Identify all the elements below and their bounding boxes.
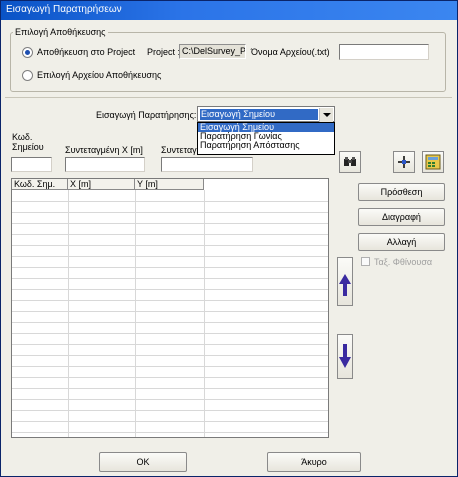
observation-type-label: Εισαγωγή Παρατήρησης: [96, 110, 197, 120]
arrow-up-icon [339, 274, 351, 296]
grid-col-y[interactable]: Y [m] [135, 179, 204, 190]
calculator-icon [425, 154, 441, 170]
observation-type-dropdown: Εισαγωγή Σημείου Παρατήρηση Γωνίας Παρατ… [197, 122, 335, 155]
calculate-button[interactable] [422, 151, 444, 173]
grid-row-line [12, 421, 328, 422]
grid-row-line [12, 289, 328, 290]
grid-row-line [12, 366, 328, 367]
arrow-down-icon [339, 344, 351, 368]
storage-group [10, 32, 446, 92]
filename-input[interactable] [339, 44, 429, 60]
title-bar[interactable]: Εισαγωγή Παρατηρήσεων [1, 1, 457, 20]
change-button[interactable]: Αλλαγή [358, 233, 445, 251]
grid-row-line [12, 333, 328, 334]
project-path-field: C:\DelSurvey_Pr [179, 44, 246, 59]
grid-col-x[interactable]: X [m] [68, 179, 135, 190]
grid-row-line [12, 388, 328, 389]
grid-row-line [12, 245, 328, 246]
sort-desc-label: Ταξ. Φθίνουσα [374, 257, 433, 267]
grid-row-line [12, 223, 328, 224]
grid-row-line [12, 201, 328, 202]
ok-button[interactable]: OK [99, 452, 187, 472]
radio-save-project[interactable] [22, 47, 33, 58]
cancel-button[interactable]: Άκυρο [267, 452, 361, 472]
point-code-label: Κωδ. Σημείου [12, 132, 44, 152]
grid-row-line [12, 322, 328, 323]
filename-label: Όνομα Αρχείου(.txt) [251, 47, 330, 57]
grid-row-line [12, 311, 328, 312]
grid-row-line [12, 278, 328, 279]
pick-point-button[interactable] [393, 151, 415, 173]
chevron-down-icon[interactable] [319, 108, 333, 122]
search-button[interactable] [339, 151, 361, 173]
radio-select-file-label: Επιλογή Αρχείου Αποθήκευσης [37, 70, 162, 80]
move-up-button[interactable] [337, 257, 353, 306]
grid-row-line [12, 410, 328, 411]
grid-col-code[interactable]: Κωδ. Σημ. [12, 179, 68, 190]
observation-type-select[interactable]: Εισαγωγή Σημείου [197, 106, 335, 122]
observation-type-value: Εισαγωγή Σημείου [200, 109, 318, 120]
grid-row-line [12, 256, 328, 257]
crosshair-icon [398, 156, 410, 168]
delete-button[interactable]: Διαγραφή [358, 208, 445, 226]
move-down-button[interactable] [337, 334, 353, 379]
radio-save-project-label: Αποθήκευση στο Project [37, 47, 136, 57]
grid-row-line [12, 377, 328, 378]
point-code-input[interactable] [11, 157, 52, 172]
add-button[interactable]: Πρόσθεση [358, 183, 445, 201]
x-coord-label: Συντεταγμένη X [m] [65, 145, 143, 155]
grid-row-line [12, 212, 328, 213]
points-grid[interactable]: Κωδ. Σημ. X [m] Y [m] [11, 178, 329, 438]
grid-col-line [68, 190, 69, 437]
storage-group-legend: Επιλογή Αποθήκευσης [13, 27, 108, 37]
dropdown-option-distance[interactable]: Παρατήρηση Απόστασης [198, 141, 334, 150]
grid-col-line [135, 190, 136, 437]
grid-row-line [12, 355, 328, 356]
dialog-window: Εισαγωγή Παρατηρήσεων Επιλογή Αποθήκευση… [0, 0, 458, 477]
y-coord-input[interactable] [161, 157, 253, 172]
grid-row-line [12, 432, 328, 433]
grid-row-line [12, 344, 328, 345]
grid-col-line [204, 190, 205, 437]
grid-row-line [12, 267, 328, 268]
window-title: Εισαγωγή Παρατηρήσεων [6, 4, 122, 15]
grid-row-line [12, 234, 328, 235]
y-coord-label: Συντεταγ [161, 145, 197, 155]
binoculars-icon [344, 157, 356, 166]
grid-row-line [12, 399, 328, 400]
grid-row-line [12, 300, 328, 301]
project-label: Project : [147, 47, 181, 57]
x-coord-input[interactable] [65, 157, 145, 172]
sort-desc-checkbox[interactable] [361, 257, 370, 266]
radio-select-file[interactable] [22, 70, 33, 81]
